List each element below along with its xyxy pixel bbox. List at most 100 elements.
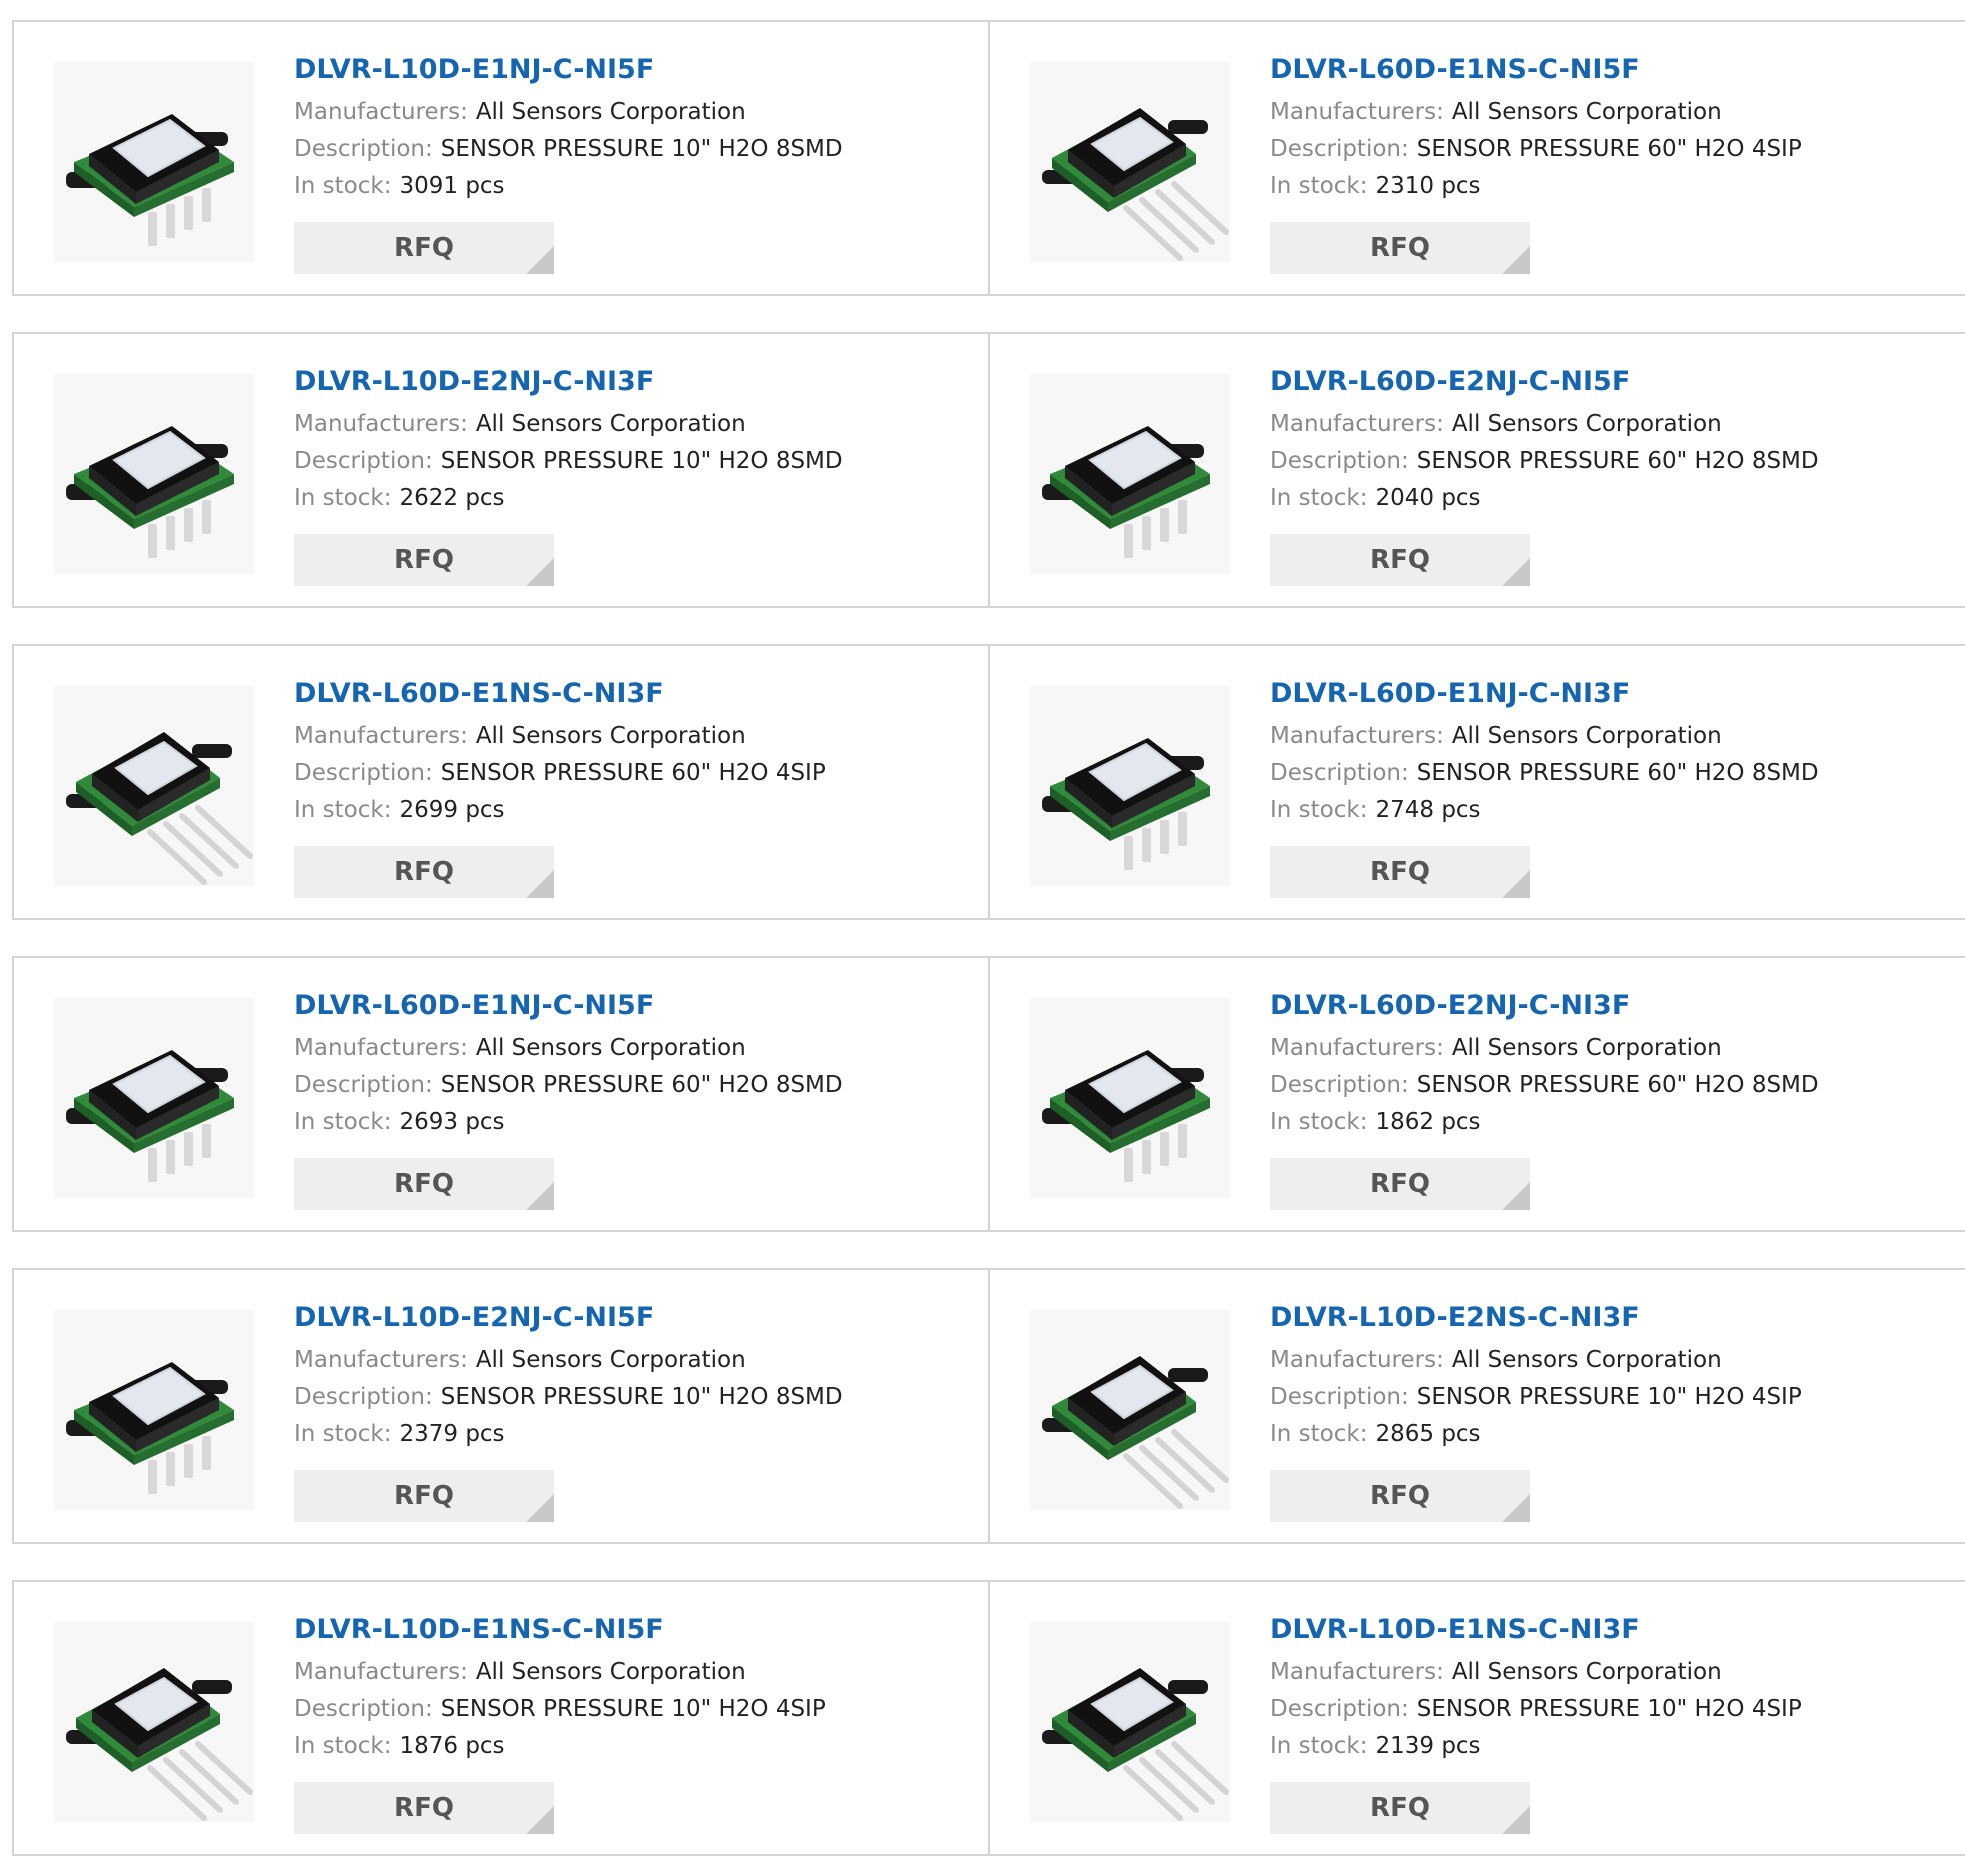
manufacturer-value: All Sensors Corporation [475, 1347, 746, 1373]
product-row: DLVR-L10D-E2NJ-C-NI3F Manufacturers: All … [12, 332, 1965, 608]
sensor-sip-icon [1042, 1668, 1229, 1821]
product-image[interactable] [1030, 1310, 1230, 1510]
rfq-button[interactable]: RFQ [294, 1158, 554, 1210]
product-image[interactable] [54, 998, 254, 1198]
product-image[interactable] [54, 1310, 254, 1510]
product-image[interactable] [54, 374, 254, 574]
product-card: DLVR-L10D-E1NS-C-NI5F Manufacturers: All … [12, 1582, 990, 1854]
manufacturer-value: All Sensors Corporation [475, 1035, 746, 1061]
description-value: SENSOR PRESSURE 10" H2O 4SIP [1416, 1696, 1802, 1722]
in-stock-label: In stock: [294, 1421, 392, 1447]
in-stock-label: In stock: [294, 173, 392, 199]
product-image[interactable] [1030, 1622, 1230, 1822]
part-number-link[interactable]: DLVR-L10D-E1NS-C-NI3F [1270, 1612, 1802, 1648]
corner-triangle-icon [1502, 1494, 1530, 1522]
manufacturer-line: Manufacturers: All Sensors Corporation [1270, 94, 1802, 131]
manufacturers-label: Manufacturers: [294, 99, 468, 125]
rfq-button[interactable]: RFQ [1270, 222, 1530, 274]
stock-line: In stock: 2622 pcs [294, 480, 843, 517]
manufacturer-line: Manufacturers: All Sensors Corporation [294, 718, 826, 755]
stock-value: 2622 pcs [399, 485, 505, 511]
stock-value: 1876 pcs [399, 1733, 505, 1759]
rfq-button[interactable]: RFQ [294, 1470, 554, 1522]
description-label: Description: [294, 1072, 433, 1098]
part-number-link[interactable]: DLVR-L60D-E1NJ-C-NI3F [1270, 676, 1819, 712]
part-number-link[interactable]: DLVR-L10D-E2NS-C-NI3F [1270, 1300, 1802, 1336]
sensor-smd-icon [1042, 426, 1210, 558]
rfq-button[interactable]: RFQ [1270, 846, 1530, 898]
manufacturer-value: All Sensors Corporation [1451, 99, 1722, 125]
description-value: SENSOR PRESSURE 60" H2O 8SMD [1416, 760, 1819, 786]
corner-triangle-icon [1502, 870, 1530, 898]
manufacturer-line: Manufacturers: All Sensors Corporation [294, 94, 843, 131]
part-number-link[interactable]: DLVR-L60D-E1NS-C-NI3F [294, 676, 826, 712]
corner-triangle-icon [526, 1494, 554, 1522]
description-label: Description: [294, 1696, 433, 1722]
product-info: DLVR-L10D-E1NS-C-NI5F Manufacturers: All … [294, 1612, 826, 1765]
manufacturers-label: Manufacturers: [294, 1347, 468, 1373]
rfq-label: RFQ [1370, 233, 1430, 263]
product-image[interactable] [1030, 686, 1230, 886]
rfq-button[interactable]: RFQ [294, 846, 554, 898]
corner-triangle-icon [526, 558, 554, 586]
product-info: DLVR-L60D-E1NJ-C-NI3F Manufacturers: All … [1270, 676, 1819, 829]
rfq-label: RFQ [1370, 1481, 1430, 1511]
part-number-link[interactable]: DLVR-L10D-E2NJ-C-NI5F [294, 1300, 843, 1336]
product-info: DLVR-L60D-E2NJ-C-NI5F Manufacturers: All … [1270, 364, 1819, 517]
description-line: Description: SENSOR PRESSURE 60" H2O 4SIP [1270, 131, 1802, 168]
manufacturer-value: All Sensors Corporation [1451, 1035, 1722, 1061]
rfq-label: RFQ [394, 545, 454, 575]
part-number-link[interactable]: DLVR-L60D-E1NS-C-NI5F [1270, 52, 1802, 88]
in-stock-label: In stock: [1270, 485, 1368, 511]
product-image[interactable] [1030, 62, 1230, 262]
part-number-link[interactable]: DLVR-L10D-E1NJ-C-NI5F [294, 52, 843, 88]
description-value: SENSOR PRESSURE 60" H2O 4SIP [440, 760, 826, 786]
rfq-button[interactable]: RFQ [294, 534, 554, 586]
product-image[interactable] [1030, 998, 1230, 1198]
manufacturer-line: Manufacturers: All Sensors Corporation [1270, 406, 1819, 443]
part-number-link[interactable]: DLVR-L10D-E1NS-C-NI5F [294, 1612, 826, 1648]
rfq-label: RFQ [394, 1793, 454, 1823]
product-row: DLVR-L60D-E1NS-C-NI3F Manufacturers: All … [12, 644, 1965, 920]
product-row: DLVR-L10D-E1NS-C-NI5F Manufacturers: All … [12, 1580, 1965, 1856]
product-card: DLVR-L10D-E1NS-C-NI3F Manufacturers: All … [990, 1582, 1965, 1854]
corner-triangle-icon [1502, 1182, 1530, 1210]
part-number-link[interactable]: DLVR-L10D-E2NJ-C-NI3F [294, 364, 843, 400]
sensor-smd-icon [1042, 1050, 1210, 1182]
corner-triangle-icon [526, 246, 554, 274]
in-stock-label: In stock: [1270, 1421, 1368, 1447]
in-stock-label: In stock: [294, 485, 392, 511]
rfq-button[interactable]: RFQ [1270, 1470, 1530, 1522]
manufacturers-label: Manufacturers: [1270, 99, 1444, 125]
product-row: DLVR-L60D-E1NJ-C-NI5F Manufacturers: All … [12, 956, 1965, 1232]
part-number-link[interactable]: DLVR-L60D-E2NJ-C-NI3F [1270, 988, 1819, 1024]
corner-triangle-icon [1502, 558, 1530, 586]
sensor-smd-icon [66, 114, 234, 246]
rfq-label: RFQ [1370, 545, 1430, 575]
description-label: Description: [1270, 1696, 1409, 1722]
product-card: DLVR-L60D-E2NJ-C-NI5F Manufacturers: All … [990, 334, 1965, 606]
stock-line: In stock: 2310 pcs [1270, 168, 1802, 205]
sensor-smd-icon [1042, 738, 1210, 870]
product-image[interactable] [54, 62, 254, 262]
product-image[interactable] [54, 686, 254, 886]
manufacturer-line: Manufacturers: All Sensors Corporation [294, 406, 843, 443]
stock-value: 3091 pcs [399, 173, 505, 199]
stock-value: 1862 pcs [1375, 1109, 1481, 1135]
rfq-button[interactable]: RFQ [1270, 1782, 1530, 1834]
rfq-button[interactable]: RFQ [294, 222, 554, 274]
sensor-smd-icon [66, 1050, 234, 1182]
rfq-label: RFQ [1370, 857, 1430, 887]
part-number-link[interactable]: DLVR-L60D-E1NJ-C-NI5F [294, 988, 843, 1024]
stock-value: 2699 pcs [399, 797, 505, 823]
part-number-link[interactable]: DLVR-L60D-E2NJ-C-NI5F [1270, 364, 1819, 400]
rfq-label: RFQ [394, 857, 454, 887]
rfq-button[interactable]: RFQ [294, 1782, 554, 1834]
rfq-label: RFQ [394, 1169, 454, 1199]
manufacturer-value: All Sensors Corporation [475, 99, 746, 125]
rfq-button[interactable]: RFQ [1270, 1158, 1530, 1210]
product-image[interactable] [54, 1622, 254, 1822]
stock-value: 2693 pcs [399, 1109, 505, 1135]
rfq-button[interactable]: RFQ [1270, 534, 1530, 586]
product-image[interactable] [1030, 374, 1230, 574]
